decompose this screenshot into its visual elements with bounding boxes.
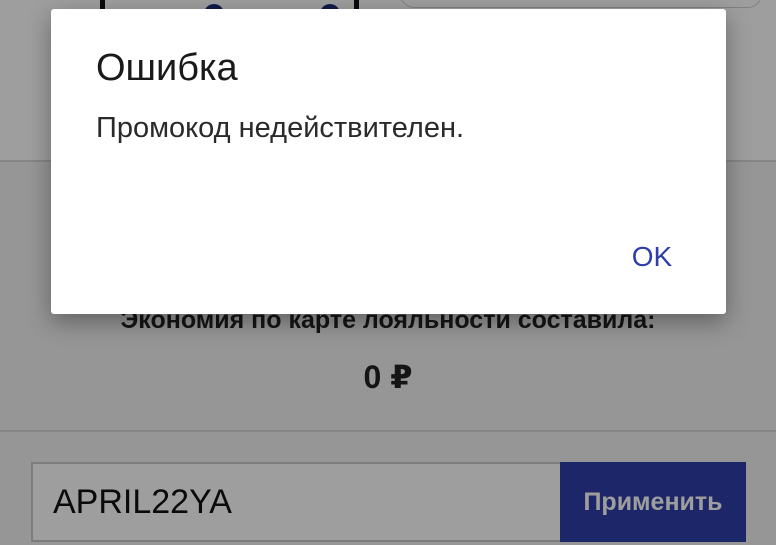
- error-dialog: Ошибка Промокод недействителен. OK: [51, 9, 726, 314]
- dialog-title: Ошибка: [96, 47, 238, 89]
- screen: Экономия по карте лояльности составила: …: [0, 0, 776, 545]
- dialog-message: Промокод недействителен.: [96, 112, 465, 144]
- ok-button[interactable]: OK: [607, 231, 697, 283]
